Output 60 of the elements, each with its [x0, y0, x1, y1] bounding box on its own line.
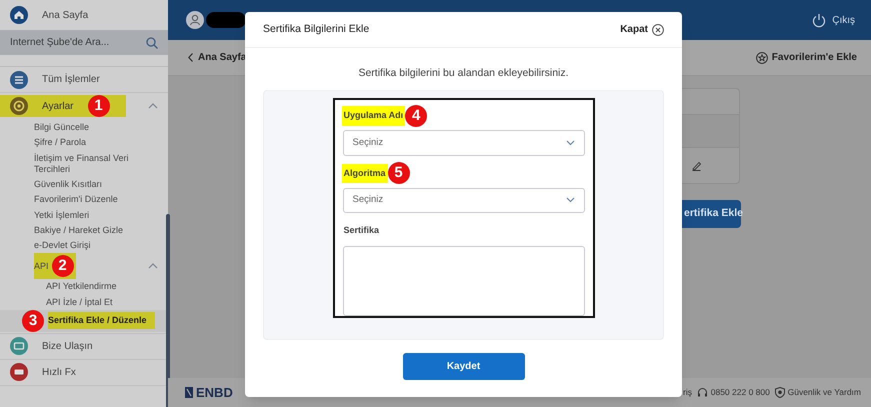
chevron-up-icon	[148, 103, 158, 109]
logout-link[interactable]: Çıkış	[832, 12, 855, 28]
menu-item[interactable]: API İzle / İptal Et	[46, 294, 115, 310]
logo-mark-icon	[185, 387, 193, 398]
step-number-badge: 3	[22, 310, 44, 332]
menu-item[interactable]: Yetki İşlemleri	[34, 208, 92, 223]
field-label: Algoritma	[342, 164, 388, 184]
menu-item[interactable]: API 2	[34, 253, 76, 280]
footer-link[interactable]: Güvenlik ve Yardım	[788, 386, 861, 399]
chevron-left-icon	[188, 53, 193, 62]
modal-title: Sertifika Bilgilerini Ekle	[263, 22, 370, 37]
field-label: Sertifika	[342, 224, 380, 237]
back-link[interactable]: Ana Sayfa	[198, 50, 246, 65]
chevron-down-icon	[566, 140, 574, 146]
money-icon	[10, 363, 28, 382]
headset-icon	[696, 387, 708, 398]
save-button[interactable]: Kaydet	[402, 352, 524, 380]
redaction-mark	[206, 12, 246, 28]
chat-icon	[10, 337, 28, 356]
menu-item[interactable]: Favorilerim'i Düzenle	[34, 192, 120, 208]
search-field[interactable]: Internet Şube'de Ara...	[0, 30, 168, 55]
search-icon	[146, 36, 158, 48]
star-icon	[756, 52, 768, 64]
footer-link[interactable]: 0850 222 0 800	[710, 386, 770, 399]
user-icon	[186, 11, 204, 29]
step-number-badge: 1	[88, 95, 110, 117]
home-icon	[10, 6, 28, 24]
select-field[interactable]: Seçiniz	[342, 130, 584, 156]
chevron-up-icon	[148, 263, 158, 270]
menu-item[interactable]: Güvenlik Kısıtları	[34, 177, 104, 192]
menu-item[interactable]: API Yetkilendirme	[46, 279, 119, 294]
menu-item[interactable]: Hızlı Fx	[42, 364, 76, 380]
power-icon	[812, 12, 826, 28]
select-field[interactable]: Seçiniz	[342, 188, 584, 214]
menu-item[interactable]: e-Devlet Girişi	[34, 238, 93, 254]
menu-item[interactable]: Tüm İşlemler	[42, 72, 100, 87]
favorite-link[interactable]: Favorilerim'e Ekle	[772, 50, 857, 65]
menu-item[interactable]: Bize Ulaşın	[42, 338, 93, 354]
field-label: Uygulama Adı	[342, 106, 406, 126]
menu-item[interactable]: İletişim ve Finansal Veri Tercihleri	[34, 150, 158, 177]
scrollbar[interactable]	[166, 214, 170, 407]
shield-icon	[774, 387, 785, 398]
step-number-badge: 2	[52, 255, 74, 278]
gear-icon	[10, 97, 28, 115]
footer-link[interactable]: riş	[683, 386, 692, 399]
menu-item[interactable]: Sertifika Ekle / Düzenle	[48, 312, 155, 330]
close-button[interactable]: Kapat	[620, 22, 664, 37]
menu-item[interactable]: Ayarlar	[42, 98, 74, 114]
chevron-down-icon	[566, 197, 574, 204]
intro-text: Sertifika bilgilerini bu alandan ekleyebilirsiniz.	[357, 66, 570, 81]
menu-item[interactable]: Bakiye / Hareket Gizle	[34, 222, 126, 238]
pencil-icon	[691, 160, 702, 171]
menu-item[interactable]: Bilgi Güncelle	[34, 120, 92, 136]
list-icon	[10, 70, 28, 88]
menu-item[interactable]: Ana Sayfa	[42, 8, 88, 22]
step-number-badge: 5	[388, 162, 410, 184]
menu-item[interactable]: Şifre / Parola	[34, 135, 88, 150]
close-icon	[652, 24, 664, 36]
step-number-badge: 4	[405, 105, 428, 128]
brand-logo: ENBD	[196, 384, 233, 402]
